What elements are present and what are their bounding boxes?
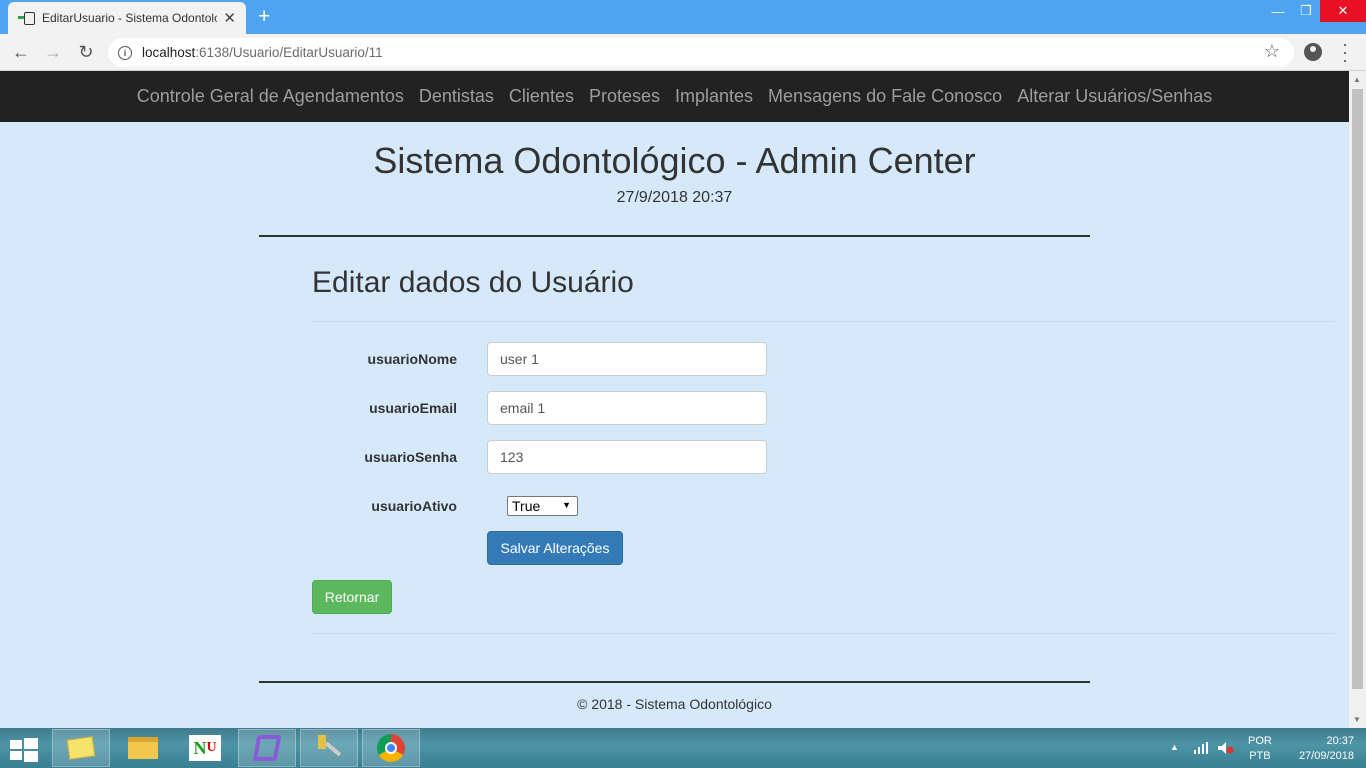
site-navbar: Controle Geral de Agendamentos Dentistas… <box>0 71 1349 122</box>
volume-muted-icon[interactable] <box>1218 742 1234 754</box>
clock-time: 20:37 <box>1326 735 1354 747</box>
current-datetime: 27/9/2018 20:37 <box>616 189 733 206</box>
usuario-senha-input[interactable]: 123 <box>487 440 767 474</box>
label-usuario-email: usuarioEmail <box>369 400 457 416</box>
usuario-ativo-value: True <box>512 498 541 514</box>
dropdown-arrow-icon: ▼ <box>562 500 571 510</box>
tab-favicon-icon <box>18 11 35 25</box>
taskbar-tools-icon[interactable] <box>300 729 358 767</box>
restore-icon[interactable]: ❐ <box>1292 0 1320 22</box>
tray-expand-icon[interactable]: ▲ <box>1170 742 1179 752</box>
scroll-down-icon[interactable]: ▼ <box>1353 715 1361 724</box>
usuario-ativo-select[interactable]: True ▼ <box>507 496 578 516</box>
info-icon[interactable]: i <box>118 45 132 60</box>
bookmark-star-icon[interactable]: ☆ <box>1264 41 1280 62</box>
back-button[interactable]: Retornar <box>312 580 392 614</box>
usuario-email-input[interactable]: email 1 <box>487 391 767 425</box>
clock-date: 27/09/2018 <box>1298 750 1354 762</box>
taskbar-file-explorer-icon[interactable] <box>114 729 172 767</box>
window-controls: — ❐ ✕ <box>1264 0 1366 24</box>
usuario-nome-input[interactable]: user 1 <box>487 342 767 376</box>
taskbar: NU ▲ POR PTB 20:37 27/09/2018 <box>0 728 1366 768</box>
label-usuario-senha: usuarioSenha <box>364 449 457 465</box>
label-usuario-nome: usuarioNome <box>367 351 457 367</box>
minimize-icon[interactable]: — <box>1264 0 1292 22</box>
language-top: POR <box>1248 735 1272 747</box>
account-icon[interactable] <box>1304 43 1322 61</box>
back-icon[interactable]: ← <box>10 41 32 63</box>
page-title: Sistema Odontológico - Admin Center <box>373 140 976 181</box>
url-path: :6138/Usuario/EditarUsuario/11 <box>195 45 383 60</box>
url-host: localhost <box>142 45 196 60</box>
nav-item-agendamentos[interactable]: Controle Geral de Agendamentos <box>129 86 411 107</box>
scroll-up-icon[interactable]: ▲ <box>1353 75 1361 84</box>
form-title: Editar dados do Usuário <box>312 266 634 299</box>
divider-top <box>259 235 1090 237</box>
url-input[interactable]: i localhost:6138/Usuario/EditarUsuario/1… <box>108 38 1294 67</box>
form-divider-bottom <box>312 633 1335 634</box>
divider-bottom <box>259 681 1090 683</box>
vertical-scrollbar[interactable]: ▲ ▼ <box>1349 71 1366 728</box>
reload-icon[interactable]: ↻ <box>75 41 97 63</box>
taskbar-visual-studio-icon[interactable] <box>238 729 296 767</box>
new-tab-icon[interactable]: + <box>258 5 270 29</box>
forward-icon[interactable]: → <box>42 41 64 63</box>
nav-item-mensagens[interactable]: Mensagens do Fale Conosco <box>761 86 1010 107</box>
browser-tab[interactable]: EditarUsuario - Sistema Odontolc ✕ <box>8 2 246 34</box>
label-usuario-ativo: usuarioAtivo <box>371 498 457 514</box>
nav-item-dentistas[interactable]: Dentistas <box>411 86 501 107</box>
save-button[interactable]: Salvar Alterações <box>487 531 623 565</box>
nav-item-proteses[interactable]: Proteses <box>581 86 667 107</box>
network-icon[interactable] <box>1194 742 1208 754</box>
form-divider-top <box>312 321 1335 322</box>
nav-item-clientes[interactable]: Clientes <box>501 86 581 107</box>
taskbar-clock[interactable]: 20:37 27/09/2018 <box>1286 734 1354 764</box>
taskbar-chrome-icon[interactable] <box>362 729 420 767</box>
taskbar-nunit-icon[interactable]: NU <box>176 729 234 767</box>
scrollbar-thumb[interactable] <box>1352 89 1363 689</box>
tab-close-icon[interactable]: ✕ <box>223 9 236 27</box>
footer-text: © 2018 - Sistema Odontológico <box>577 696 772 712</box>
address-bar: ← → ↻ i localhost:6138/Usuario/EditarUsu… <box>0 34 1366 71</box>
nav-item-usuarios[interactable]: Alterar Usuários/Senhas <box>1010 86 1220 107</box>
language-bottom: PTB <box>1249 750 1271 762</box>
windows-start-icon[interactable] <box>10 737 38 762</box>
window-close-icon[interactable]: ✕ <box>1320 0 1366 22</box>
nav-item-implantes[interactable]: Implantes <box>668 86 761 107</box>
tab-title: EditarUsuario - Sistema Odontolc <box>42 11 218 25</box>
language-indicator[interactable]: POR PTB <box>1248 734 1272 764</box>
menu-kebab-icon[interactable]: · · · <box>1342 35 1348 69</box>
browser-tabbar: EditarUsuario - Sistema Odontolc ✕ + — ❐… <box>0 0 1366 34</box>
taskbar-sticky-notes-icon[interactable] <box>52 729 110 767</box>
